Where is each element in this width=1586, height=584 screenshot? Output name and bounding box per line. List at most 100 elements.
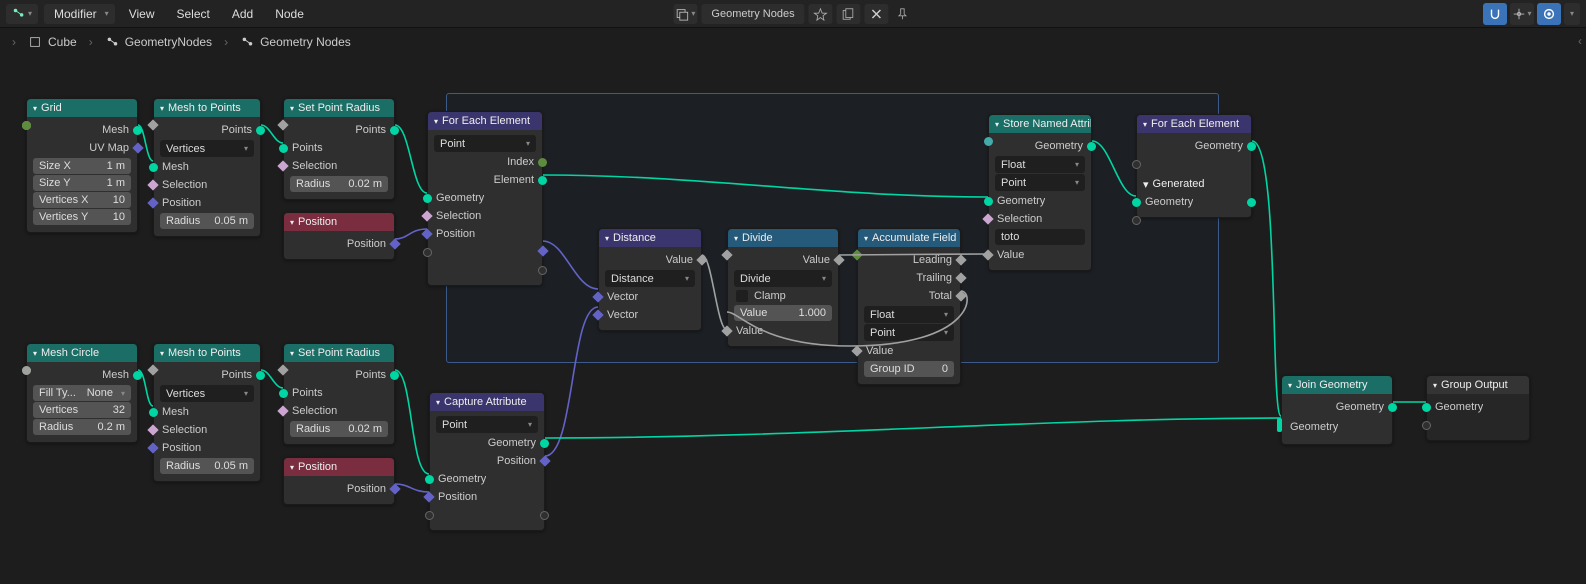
field-size-x[interactable]: Size X1 m: [33, 158, 131, 174]
node-capture-attribute[interactable]: ▾Capture Attribute Point Geometry Positi…: [429, 392, 545, 531]
node-store-named-attribute[interactable]: ▾Store Named Attrib... Geometry Float Po…: [988, 114, 1092, 271]
node-position-1[interactable]: ▾Position Position: [283, 212, 395, 260]
field-radius[interactable]: Radius0.02 m: [290, 176, 388, 192]
node-grid[interactable]: ▾Grid Mesh UV Map Size X1 m Size Y1 m Ve…: [26, 98, 138, 233]
input-socket-extend[interactable]: [1132, 216, 1141, 225]
overlay-options[interactable]: ▾: [1564, 3, 1580, 25]
input-socket-geometry[interactable]: [425, 475, 434, 484]
field-vertices-y[interactable]: Vertices Y10: [33, 209, 131, 225]
header-mode-dropdown[interactable]: Modifier: [44, 4, 115, 24]
editor-type-dropdown[interactable]: [6, 4, 38, 24]
input-socket-extend[interactable]: [1132, 160, 1141, 169]
select-mode[interactable]: Vertices: [160, 385, 254, 402]
node-foreach-input[interactable]: ▾For Each Element Point Index Element Ge…: [427, 111, 543, 286]
input-socket-points[interactable]: [279, 144, 288, 153]
select-domain[interactable]: Point: [864, 324, 954, 341]
output-socket-mesh[interactable]: [133, 371, 142, 380]
menu-select[interactable]: Select: [168, 3, 217, 25]
output-socket-element[interactable]: [538, 176, 547, 185]
input-socket-position[interactable]: [147, 197, 158, 208]
input-socket-points[interactable]: [279, 389, 288, 398]
node-divide[interactable]: ▾Divide Value Divide Clamp Value1.000 Va…: [727, 228, 839, 347]
input-socket[interactable]: [22, 121, 31, 130]
field-vertices-x[interactable]: Vertices X10: [33, 192, 131, 208]
output-socket-position[interactable]: [539, 455, 550, 466]
output-socket-geometry[interactable]: [1247, 142, 1256, 151]
node-set-point-radius-2[interactable]: ▾Set Point Radius Points Points Selectio…: [283, 343, 395, 445]
output-socket-points[interactable]: [390, 371, 399, 380]
node-position-2[interactable]: ▾Position Position: [283, 457, 395, 505]
pin-button[interactable]: [893, 7, 913, 21]
output-socket-points[interactable]: [256, 126, 265, 135]
input-socket[interactable]: [984, 137, 993, 146]
input-socket-mesh[interactable]: [149, 408, 158, 417]
breadcrumb-nodetree[interactable]: Geometry Nodes: [240, 35, 351, 49]
node-join-geometry[interactable]: ▾Join Geometry Geometry Geometry: [1281, 375, 1393, 445]
node-canvas[interactable]: ▾Grid Mesh UV Map Size X1 m Size Y1 m Ve…: [0, 56, 1586, 584]
field-vertices[interactable]: Vertices32: [33, 402, 131, 418]
output-socket-extend[interactable]: [538, 266, 547, 275]
output-socket-geometry[interactable]: [1388, 403, 1397, 412]
nodetree-name-field[interactable]: Geometry Nodes: [701, 4, 804, 24]
node-mesh-to-points-1[interactable]: ▾Mesh to Points Points Vertices Mesh Sel…: [153, 98, 261, 237]
browse-nodetree-button[interactable]: ▾: [673, 4, 697, 24]
input-socket-geometry[interactable]: [984, 197, 993, 206]
input-socket-position[interactable]: [147, 442, 158, 453]
select-domain[interactable]: Point: [995, 174, 1085, 191]
field-size-y[interactable]: Size Y1 m: [33, 175, 131, 191]
node-accumulate-field[interactable]: ▾Accumulate Field Leading Trailing Total…: [857, 228, 961, 385]
output-socket-geometry[interactable]: [540, 439, 549, 448]
input-socket-selection[interactable]: [277, 160, 288, 171]
field-fill-type[interactable]: Fill Ty...None▾: [33, 385, 131, 401]
node-foreach-output[interactable]: ▾For Each Element Geometry ▾Generated Ge…: [1136, 114, 1252, 218]
field-value-a[interactable]: Value1.000: [734, 305, 832, 321]
select-domain[interactable]: Point: [434, 135, 536, 152]
input-socket-geometry[interactable]: [1422, 403, 1431, 412]
field-name[interactable]: toto: [995, 229, 1085, 245]
node-group-output[interactable]: ▾Group Output Geometry: [1426, 375, 1530, 441]
output-socket-mesh[interactable]: [133, 126, 142, 135]
input-socket-selection[interactable]: [421, 210, 432, 221]
input-socket-extend[interactable]: [423, 248, 432, 257]
snap-options[interactable]: ▾: [1510, 3, 1534, 25]
input-socket-position[interactable]: [421, 228, 432, 239]
input-socket-geometry-multi[interactable]: [1277, 418, 1282, 432]
field-radius[interactable]: Radius0.05 m: [160, 213, 254, 229]
input-socket[interactable]: [22, 366, 31, 375]
select-type[interactable]: Float: [864, 306, 954, 323]
breadcrumb-modifier[interactable]: GeometryNodes: [105, 35, 212, 49]
input-socket-selection[interactable]: [277, 405, 288, 416]
checkbox-clamp[interactable]: Clamp: [728, 288, 838, 304]
field-group-id[interactable]: Group ID0: [864, 361, 954, 377]
field-radius[interactable]: Radius0.2 m: [33, 419, 131, 435]
field-radius[interactable]: Radius0.05 m: [160, 458, 254, 474]
output-socket-position[interactable]: [389, 483, 400, 494]
input-socket-mesh[interactable]: [149, 163, 158, 172]
input-socket-selection[interactable]: [147, 424, 158, 435]
node-mesh-circle[interactable]: ▾Mesh Circle Mesh Fill Ty...None▾ Vertic…: [26, 343, 138, 443]
input-socket-position[interactable]: [423, 491, 434, 502]
select-type[interactable]: Float: [995, 156, 1085, 173]
new-nodetree-button[interactable]: [837, 4, 861, 24]
menu-add[interactable]: Add: [224, 3, 261, 25]
snap-toggle[interactable]: [1483, 3, 1507, 25]
output-socket-points[interactable]: [390, 126, 399, 135]
input-socket-extend[interactable]: [1422, 421, 1431, 430]
node-mesh-to-points-2[interactable]: ▾Mesh to Points Points Vertices Mesh Sel…: [153, 343, 261, 482]
input-socket-geometry[interactable]: [423, 194, 432, 203]
select-mode[interactable]: Vertices: [160, 140, 254, 157]
field-radius[interactable]: Radius0.02 m: [290, 421, 388, 437]
select-op[interactable]: Distance: [605, 270, 695, 287]
menu-view[interactable]: View: [121, 3, 163, 25]
output-socket-index[interactable]: [538, 158, 547, 167]
node-distance[interactable]: ▾Distance Value Distance Vector Vector: [598, 228, 702, 331]
fake-user-button[interactable]: [809, 4, 833, 24]
breadcrumb-object[interactable]: Cube: [28, 35, 77, 49]
unlink-nodetree-button[interactable]: [865, 4, 889, 24]
input-socket-selection[interactable]: [147, 179, 158, 190]
output-socket-extend[interactable]: [540, 511, 549, 520]
select-domain[interactable]: Point: [436, 416, 538, 433]
output-socket-geometry[interactable]: [1087, 142, 1096, 151]
output-socket-geometry-gen[interactable]: [1247, 198, 1256, 207]
node-set-point-radius-1[interactable]: ▾Set Point Radius Points Points Selectio…: [283, 98, 395, 200]
